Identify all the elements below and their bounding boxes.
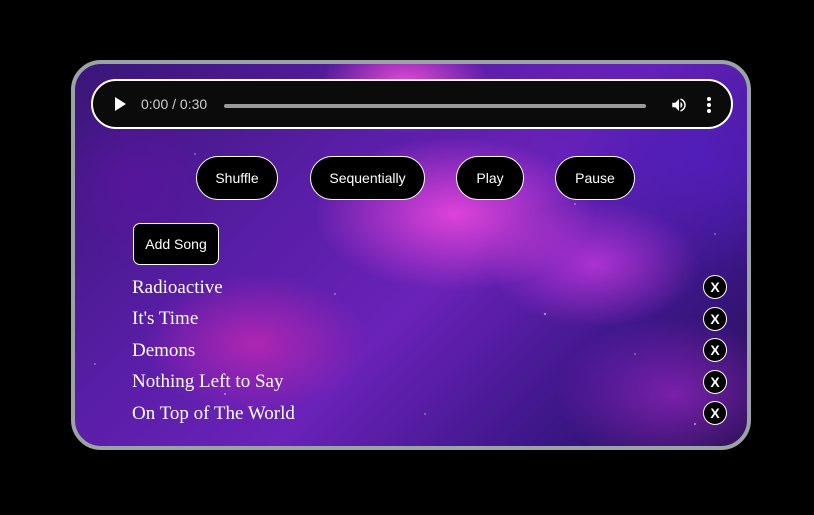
play-button[interactable]: Play	[456, 156, 524, 200]
music-player-card: 0:00 / 0:30 Shuffle Sequentially Play Pa…	[71, 60, 751, 450]
song-title[interactable]: Demons	[132, 340, 195, 362]
song-title[interactable]: Nothing Left to Say	[132, 371, 283, 393]
volume-icon[interactable]	[670, 96, 688, 114]
song-item: Demons X	[132, 335, 732, 367]
time-display: 0:00 / 0:30	[141, 96, 208, 112]
remove-song-button[interactable]: X	[703, 275, 727, 299]
remove-song-button[interactable]: X	[703, 338, 727, 362]
remove-song-button[interactable]: X	[703, 369, 727, 394]
pause-button[interactable]: Pause	[555, 156, 635, 200]
song-list: Radioactive X It's Time X Demons X Nothi…	[132, 272, 732, 430]
remove-song-button[interactable]: X	[703, 306, 727, 331]
song-item: Nothing Left to Say X	[132, 367, 732, 399]
add-song-button[interactable]: Add Song	[133, 223, 219, 265]
song-item: On Top of The World X	[132, 398, 732, 430]
seek-slider[interactable]	[224, 104, 646, 108]
song-title[interactable]: On Top of The World	[132, 403, 295, 425]
song-item: It's Time X	[132, 304, 732, 336]
remove-song-button[interactable]: X	[703, 401, 727, 425]
song-item: Radioactive X	[132, 272, 732, 304]
play-icon[interactable]	[115, 97, 126, 111]
more-vert-icon[interactable]	[704, 96, 714, 114]
audio-player: 0:00 / 0:30	[91, 79, 733, 129]
shuffle-button[interactable]: Shuffle	[196, 156, 278, 200]
song-title[interactable]: It's Time	[132, 308, 198, 330]
sequential-button[interactable]: Sequentially	[310, 156, 425, 200]
song-title[interactable]: Radioactive	[132, 277, 223, 299]
playback-controls: Shuffle Sequentially Play Pause	[75, 156, 747, 200]
